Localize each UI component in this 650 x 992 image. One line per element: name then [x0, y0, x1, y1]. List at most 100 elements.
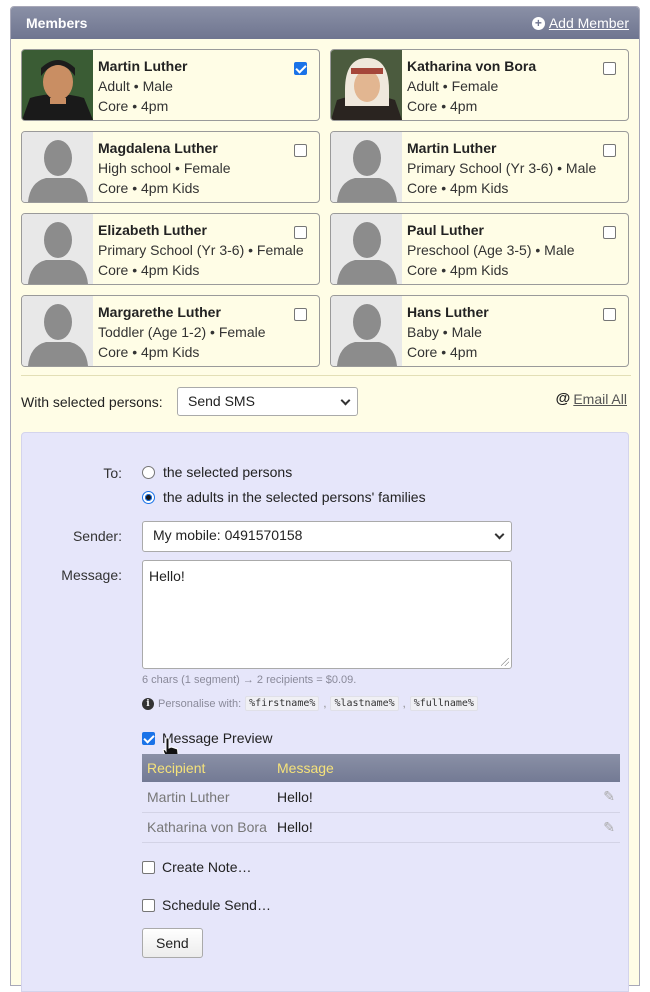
to-option-label: the selected persons: [163, 464, 293, 480]
to-label: To:: [103, 465, 122, 481]
to-option-family-adults[interactable]: the adults in the selected persons' fami…: [142, 489, 426, 505]
member-card[interactable]: Martin Luther Adult • Male Core • 4pm: [21, 49, 320, 121]
to-option-label: the adults in the selected persons' fami…: [163, 489, 426, 505]
member-card[interactable]: Elizabeth Luther Primary School (Yr 3-6)…: [21, 213, 320, 285]
member-detail: Preschool (Age 3-5) • Male: [407, 242, 575, 258]
member-select-checkbox[interactable]: [603, 62, 616, 75]
member-detail: Adult • Male: [98, 78, 173, 94]
add-member-link[interactable]: + Add Member: [531, 15, 629, 31]
email-all-link[interactable]: @ Email All: [556, 390, 627, 407]
member-select-checkbox[interactable]: [603, 226, 616, 239]
panel-title: Members: [26, 15, 88, 31]
member-group: Core • 4pm Kids: [407, 262, 509, 278]
member-group: Core • 4pm Kids: [98, 344, 200, 360]
silhouette-icon: [331, 296, 402, 366]
member-group: Core • 4pm Kids: [98, 180, 200, 196]
recipient-cell: Martin Luther: [142, 782, 272, 813]
add-member-label: Add Member: [548, 15, 629, 31]
member-card[interactable]: Katharina von Bora Adult • Female Core •…: [330, 49, 629, 121]
checkbox[interactable]: [142, 860, 155, 874]
member-group: Core • 4pm: [98, 98, 169, 114]
personalise-label: Personalise with:: [158, 697, 242, 710]
personalise-row: i Personalise with: %firstname% , %lastn…: [142, 696, 478, 711]
recipient-cell: Katharina von Bora: [142, 812, 272, 843]
member-select-checkbox[interactable]: [294, 62, 307, 75]
chevron-down-icon: [340, 395, 351, 406]
table-row: Katharina von Bora Hello! ✎: [142, 812, 620, 843]
member-name: Magdalena Luther: [98, 140, 218, 156]
sms-form: To: the selected persons the adults in t…: [21, 432, 629, 992]
sender-value: My mobile: 0491570158: [153, 527, 303, 543]
panel-header: Members + Add Member: [11, 7, 639, 39]
plus-circle-icon: +: [531, 16, 545, 30]
schedule-send-label: Schedule Send…: [162, 897, 271, 913]
token-firstname[interactable]: %firstname%: [245, 696, 320, 711]
table-row: Martin Luther Hello! ✎: [142, 782, 620, 813]
sender-label: Sender:: [72, 528, 122, 544]
member-photo: [22, 50, 93, 120]
member-select-checkbox[interactable]: [294, 144, 307, 157]
member-name: Margarethe Luther: [98, 304, 221, 320]
member-card[interactable]: Paul Luther Preschool (Age 3-5) • Male C…: [330, 213, 629, 285]
member-group: Core • 4pm: [407, 344, 478, 360]
token-fullname[interactable]: %fullname%: [409, 696, 478, 711]
silhouette-icon: [22, 132, 93, 202]
member-card[interactable]: Magdalena Luther High school • Female Co…: [21, 131, 320, 203]
member-select-checkbox[interactable]: [603, 144, 616, 157]
column-header-recipient: Recipient: [142, 754, 272, 782]
member-card[interactable]: Margarethe Luther Toddler (Age 1-2) • Fe…: [21, 295, 320, 367]
bulk-action-select[interactable]: Send SMS: [177, 387, 358, 416]
checkbox[interactable]: [142, 731, 155, 745]
member-name: Martin Luther: [98, 58, 188, 74]
radio-button[interactable]: [142, 465, 155, 479]
resize-grip-icon[interactable]: [501, 658, 509, 666]
member-name: Paul Luther: [407, 222, 485, 238]
message-text: Hello!: [149, 568, 185, 584]
checkbox[interactable]: [142, 898, 155, 912]
member-card[interactable]: Hans Luther Baby • Male Core • 4pm: [330, 295, 629, 367]
token-separator: ,: [323, 697, 327, 710]
email-all-label: Email All: [573, 390, 627, 407]
member-name: Martin Luther: [407, 140, 497, 156]
silhouette-icon: [331, 214, 402, 284]
bulk-action-row: With selected persons: Send SMS @ Email …: [21, 387, 631, 417]
member-detail: Toddler (Age 1-2) • Female: [98, 324, 266, 340]
radio-button[interactable]: [142, 490, 155, 504]
member-select-checkbox[interactable]: [294, 308, 307, 321]
member-name: Elizabeth Luther: [98, 222, 207, 238]
member-group: Core • 4pm Kids: [98, 262, 200, 278]
silhouette-icon: [331, 132, 402, 202]
member-select-checkbox[interactable]: [294, 226, 307, 239]
sender-select[interactable]: My mobile: 0491570158: [142, 521, 512, 552]
member-detail: Baby • Male: [407, 324, 482, 340]
token-lastname[interactable]: %lastname%: [330, 696, 399, 711]
member-name: Hans Luther: [407, 304, 489, 320]
member-select-checkbox[interactable]: [603, 308, 616, 321]
info-icon: i: [142, 697, 154, 710]
pencil-icon[interactable]: ✎: [596, 782, 620, 813]
create-note-label: Create Note…: [162, 859, 252, 875]
divider: [21, 375, 631, 376]
silhouette-icon: [22, 296, 93, 366]
chevron-down-icon: [494, 529, 505, 540]
message-label: Message:: [61, 567, 122, 583]
members-panel: Members + Add Member Martin Luther Adult: [10, 6, 640, 992]
to-option-selected-persons[interactable]: the selected persons: [142, 464, 292, 480]
message-cell: Hello!: [272, 782, 596, 813]
bulk-action-label: With selected persons:: [21, 394, 163, 410]
schedule-send-toggle[interactable]: Schedule Send…: [142, 897, 271, 913]
bulk-action-value: Send SMS: [188, 393, 255, 409]
silhouette-icon: [22, 214, 93, 284]
member-detail: High school • Female: [98, 160, 231, 176]
member-group: Core • 4pm: [407, 98, 478, 114]
member-detail: Adult • Female: [407, 78, 499, 94]
message-textarea[interactable]: Hello!: [142, 560, 512, 669]
at-icon: @: [555, 390, 571, 407]
member-name: Katharina von Bora: [407, 58, 537, 74]
pencil-icon[interactable]: ✎: [596, 812, 620, 843]
create-note-toggle[interactable]: Create Note…: [142, 859, 251, 875]
member-card[interactable]: Martin Luther Primary School (Yr 3-6) • …: [330, 131, 629, 203]
send-button[interactable]: Send: [142, 928, 203, 958]
member-photo: [331, 50, 402, 120]
message-stats: 6 chars (1 segment) → 2 recipients = $0.…: [142, 674, 357, 686]
